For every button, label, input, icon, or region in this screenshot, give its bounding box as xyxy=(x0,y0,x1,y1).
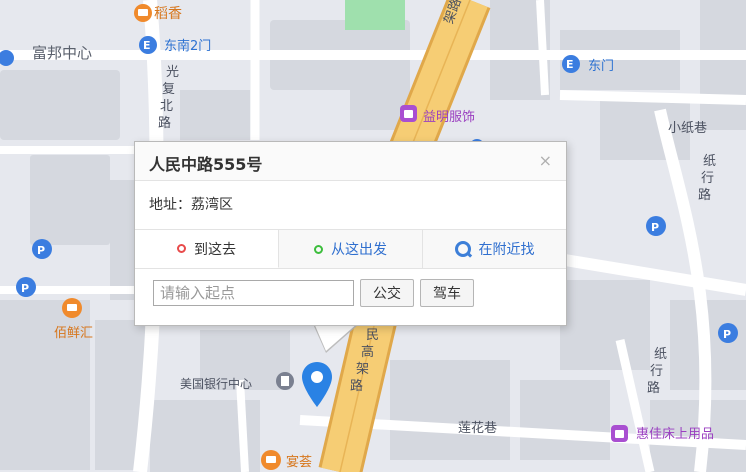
popup-tail xyxy=(314,323,358,351)
svg-text:P: P xyxy=(21,282,29,295)
entrance-icon[interactable]: E xyxy=(562,55,580,73)
drive-button[interactable]: 驾车 xyxy=(420,279,474,307)
poi-label-yanhui[interactable]: 宴荟 xyxy=(286,454,312,470)
poi-label-baixianhui[interactable]: 佰鲜汇 xyxy=(54,326,93,341)
poi-label-yiming[interactable]: 益明服饰 xyxy=(423,110,475,125)
popup-title: 人民中路555号 xyxy=(149,155,263,174)
tab-start-here[interactable]: 从这出发 xyxy=(279,230,423,268)
poi-label-huijia[interactable]: 惠佳床上用品 xyxy=(636,427,714,442)
tab-label: 在附近找 xyxy=(478,242,535,258)
road-label-char: 路 xyxy=(698,187,711,203)
svg-text:P: P xyxy=(651,221,659,234)
poi-label-daoxiang[interactable]: 稻香 xyxy=(154,6,182,22)
svg-text:E: E xyxy=(143,39,151,52)
parking-icon[interactable]: P xyxy=(32,239,52,259)
road-label-char: 行 xyxy=(701,171,714,186)
shopping-bag-icon[interactable] xyxy=(400,105,417,122)
road-label-char: 纸 xyxy=(703,154,716,169)
poi-label-dongnan2men[interactable]: 东南2门 xyxy=(164,38,211,54)
restaurant-icon[interactable] xyxy=(134,4,152,22)
bank-icon[interactable] xyxy=(276,372,294,390)
tab-go-here[interactable]: 到这去 xyxy=(135,230,279,268)
close-icon[interactable]: × xyxy=(539,151,552,170)
address-value: 荔湾区 xyxy=(191,197,233,213)
green-ring-icon xyxy=(314,244,323,254)
road-label-char: 北 xyxy=(160,99,173,114)
restaurant-icon[interactable] xyxy=(62,298,82,318)
search-icon xyxy=(454,241,471,257)
area-label-fubang: 富邦中心 xyxy=(32,44,92,62)
road-label-char: 复 xyxy=(162,82,175,97)
route-form: 公交 驾车 xyxy=(135,269,566,307)
address-label: 地址： xyxy=(149,197,191,213)
popup-address: 地址：荔湾区 xyxy=(135,181,566,230)
svg-text:P: P xyxy=(37,244,45,257)
red-ring-icon xyxy=(177,244,186,253)
road-label-char: 高 xyxy=(361,344,374,360)
road-label-char: 行 xyxy=(650,364,663,379)
location-marker-icon[interactable] xyxy=(301,361,333,409)
road-label-char: 路 xyxy=(647,380,660,396)
parking-icon[interactable]: P xyxy=(646,216,666,236)
shopping-bag-icon[interactable] xyxy=(611,425,628,442)
road-label-char: 民 xyxy=(366,328,379,343)
road-label-char: 光 xyxy=(166,65,179,80)
road-label-char: 纸 xyxy=(654,347,667,362)
poi-label-meiguoyinhang[interactable]: 美国银行中心 xyxy=(180,376,252,391)
tab-label: 从这出发 xyxy=(331,242,387,258)
entrance-icon[interactable]: E xyxy=(139,36,157,54)
road-label-char: 路 xyxy=(158,115,171,131)
start-point-input[interactable] xyxy=(153,280,354,306)
bus-button[interactable]: 公交 xyxy=(360,279,414,307)
route-tabs: 到这去 从这出发 在附近找 xyxy=(135,230,566,269)
location-info-popup: 人民中路555号 × 地址：荔湾区 到这去 从这出发 在附近找 公交 驾车 xyxy=(134,141,567,326)
road-label-char: 架 xyxy=(356,362,369,377)
parking-icon[interactable]: P xyxy=(16,277,36,297)
poi-label-dongmen[interactable]: 东门 xyxy=(588,59,614,74)
popup-header: 人民中路555号 × xyxy=(135,142,566,181)
svg-text:E: E xyxy=(566,58,574,71)
street-label-xiaozhixiang: 小纸巷 xyxy=(668,121,707,136)
green-area xyxy=(345,0,405,30)
road-label-char: 路 xyxy=(350,378,363,394)
svg-text:P: P xyxy=(723,328,731,341)
parking-icon[interactable]: P xyxy=(718,323,738,343)
restaurant-icon[interactable] xyxy=(261,450,281,470)
tab-search-nearby[interactable]: 在附近找 xyxy=(423,230,566,268)
street-label-lianhuaxiang: 莲花巷 xyxy=(458,420,497,436)
tab-label: 到这去 xyxy=(194,241,236,258)
